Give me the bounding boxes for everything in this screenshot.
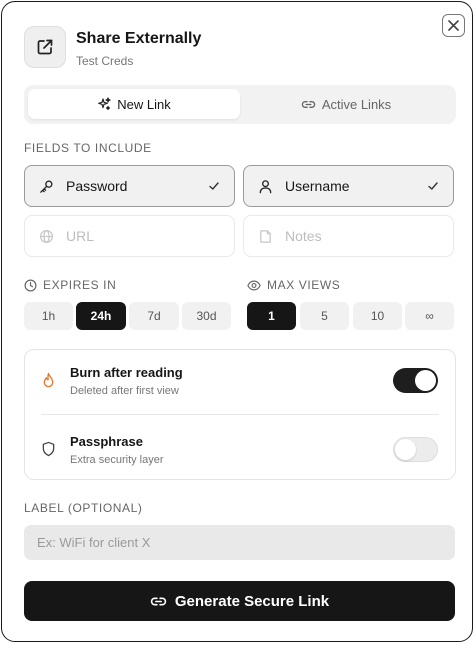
field-password-label: Password [66,178,128,194]
check-icon [428,182,438,190]
tab-new-link-label: New Link [117,96,171,112]
globe-icon [39,229,54,243]
generate-secure-link-button[interactable]: Generate Secure Link [24,581,455,621]
flame-icon [43,372,54,388]
eye-icon [247,280,261,290]
field-notes[interactable]: Notes [243,215,454,257]
field-username[interactable]: Username [243,165,454,207]
link-icon [301,100,315,108]
max-views-option-1[interactable]: 1 [247,302,296,330]
passphrase-subtitle: Extra security layer [70,454,164,466]
burn-after-reading-toggle[interactable] [393,368,438,393]
dialog-subtitle: Test Creds [76,54,134,68]
field-notes-label: Notes [285,228,322,244]
tab-active-links-label: Active Links [321,96,392,112]
max-views-option-5[interactable]: 5 [300,302,349,330]
burn-after-reading-title: Burn after reading [70,365,183,380]
expires-option-30d[interactable]: 30d [182,302,231,330]
divider [41,414,439,415]
close-icon [448,20,459,31]
expires-section-label: EXPIRES IN [24,278,116,292]
link-icon [150,597,166,605]
max-views-option-unlimited[interactable]: ∞ [405,302,454,330]
dialog-title: Share Externally [76,30,202,47]
max-views-label-text: MAX VIEWS [267,278,341,292]
security-options-card: Burn after reading Deleted after first v… [24,349,456,480]
expires-option-7d[interactable]: 7d [129,302,179,330]
close-button[interactable] [442,14,465,37]
passphrase-title: Passphrase [70,434,143,449]
max-views-section-label: MAX VIEWS [247,278,340,292]
header-icon-badge [24,26,66,68]
expires-option-24h[interactable]: 24h [76,302,126,330]
fields-section-label: FIELDS TO INCLUDE [24,141,152,155]
generate-button-label: Generate Secure Link [174,592,330,610]
tab-active-links[interactable]: Active Links [240,89,452,119]
toggle-knob [395,439,416,460]
toggle-knob [415,370,436,391]
shield-icon [42,441,55,457]
external-link-icon [37,39,53,55]
field-url-label: URL [66,228,95,244]
tab-bar: New Link Active Links [24,85,456,124]
check-icon [209,182,219,190]
field-username-label: Username [285,178,350,194]
tab-new-link[interactable]: New Link [28,89,240,119]
label-section-label: LABEL (OPTIONAL) [24,501,143,515]
burn-after-reading-subtitle: Deleted after first view [70,385,179,397]
sparkles-icon [98,97,111,111]
user-icon [259,179,272,193]
max-views-option-10[interactable]: 10 [353,302,402,330]
note-icon [260,229,271,243]
clock-icon [24,279,37,291]
share-externally-dialog: Share Externally Test Creds New Link Act… [1,1,473,642]
expires-label-text: EXPIRES IN [43,278,117,292]
field-password[interactable]: Password [24,165,235,207]
field-url[interactable]: URL [24,215,235,257]
passphrase-toggle[interactable] [393,437,438,462]
label-input[interactable] [24,525,455,560]
expires-option-1h[interactable]: 1h [24,302,73,330]
key-icon [40,179,53,193]
